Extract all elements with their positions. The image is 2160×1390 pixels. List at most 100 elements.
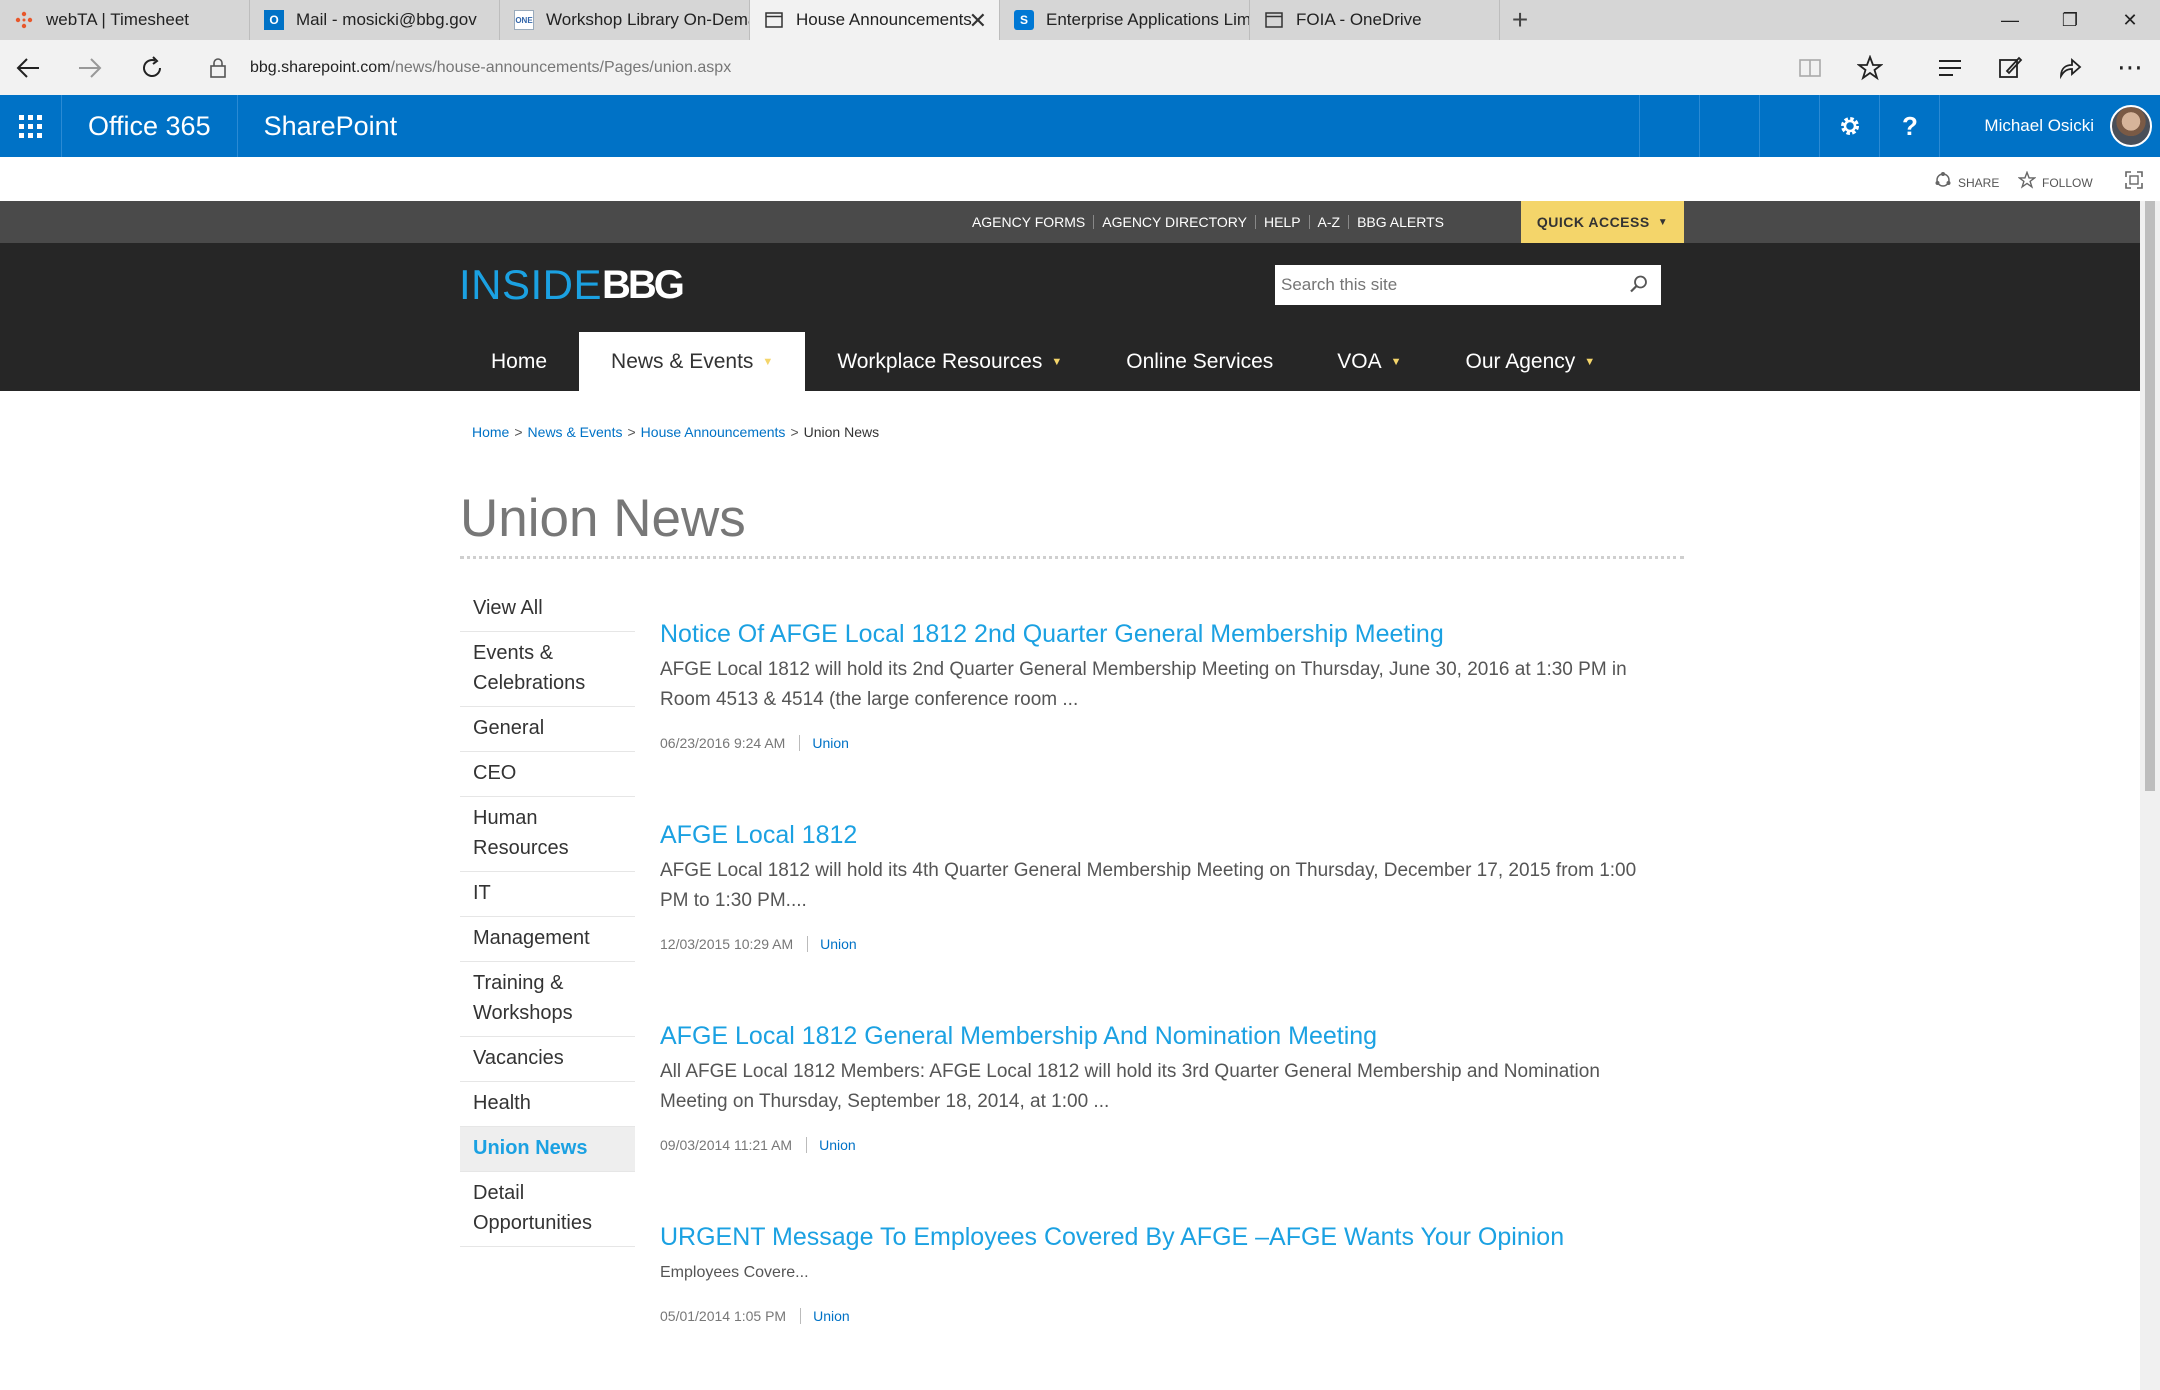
forward-arrow-icon[interactable] [64,43,116,93]
browser-tab[interactable]: webTA | Timesheet [0,0,250,40]
gear-icon[interactable] [1819,95,1879,157]
window-controls: — ❐ ✕ [1980,0,2160,40]
article-summary: AFGE Local 1812 will hold its 2nd Quarte… [660,659,1627,710]
new-tab-button[interactable]: + [1500,0,1540,40]
nav-news-events[interactable]: News & Events ▼ [579,332,806,391]
article-date: 05/01/2014 1:05 PM [660,1308,787,1324]
tab-title: webTA | Timesheet [46,10,189,29]
browser-tab[interactable]: O Mail - mosicki@bbg.gov [250,0,500,40]
browser-tab[interactable]: ONE Workshop Library On-Dema [500,0,750,40]
nav-label: VOA [1337,349,1382,373]
list-item: AFGE Local 1812 General Membership And N… [660,1019,1680,1220]
breadcrumb-separator: > [627,424,636,440]
breadcrumb-link-house-announcements[interactable]: House Announcements [641,424,786,440]
article-summary: Employees Covere... [660,1264,809,1281]
category-union-news[interactable]: Union News [460,1127,635,1172]
nav-workplace-resources[interactable]: Workplace Resources ▼ [805,332,1094,391]
nav-our-agency[interactable]: Our Agency ▼ [1434,332,1628,391]
bbg-alerts-link[interactable]: BBG ALERTS [1349,215,1452,229]
article-title-link[interactable]: URGENT Message To Employees Covered By A… [660,1220,1680,1254]
sharepoint-action-bar: SHARE FOLLOW [0,157,2160,201]
focus-content-icon[interactable] [2124,170,2144,190]
outlook-icon: O [264,10,284,30]
category-ceo[interactable]: CEO [460,752,635,797]
category-human-resources[interactable]: Human Resources [460,797,635,872]
close-icon[interactable]: ✕ [969,8,987,34]
category-training-workshops[interactable]: Training & Workshops [460,962,635,1037]
category-health[interactable]: Health [460,1082,635,1127]
close-window-icon[interactable]: ✕ [2100,0,2160,40]
url-field[interactable]: bbg.sharepoint.com/news/house-announceme… [250,59,731,77]
favorite-star-icon[interactable] [1840,40,1900,95]
category-vacancies[interactable]: Vacancies [460,1037,635,1082]
category-it[interactable]: IT [460,872,635,917]
list-item: Notice Of AFGE Local 1812 2nd Quarter Ge… [660,617,1680,818]
help-link[interactable]: HELP [1256,215,1310,229]
article-category-link[interactable]: Union [799,735,849,751]
category-management[interactable]: Management [460,917,635,962]
more-icon[interactable]: ⋯ [2100,40,2160,95]
article-title-link[interactable]: Notice Of AFGE Local 1812 2nd Quarter Ge… [660,617,1680,651]
hub-icon[interactable] [1920,40,1980,95]
user-menu[interactable]: Michael Osicki [1939,95,2160,157]
category-events-celebrations[interactable]: Events & Celebrations [460,632,635,707]
category-view-all[interactable]: View All [460,587,635,632]
article-date: 09/03/2014 11:21 AM [660,1137,793,1153]
reading-view-icon[interactable] [1780,40,1840,95]
inside-bbg-logo[interactable]: INSIDE BBG [459,261,685,308]
share-button[interactable]: SHARE [1934,171,1999,194]
back-arrow-icon[interactable] [2,43,54,93]
caret-down-icon: ▼ [1051,355,1063,368]
category-detail-opportunities[interactable]: Detail Opportunities [460,1172,635,1247]
follow-button[interactable]: FOLLOW [2017,170,2093,194]
search-icon[interactable] [1629,274,1649,299]
nav-online-services[interactable]: Online Services [1094,332,1305,391]
url-domain: bbg.sharepoint.com [250,58,391,76]
help-icon[interactable]: ? [1879,95,1939,157]
nav-voa[interactable]: VOA ▼ [1305,332,1433,391]
suite-app-name[interactable]: SharePoint [238,111,398,142]
article-category-link[interactable]: Union [806,1137,856,1153]
webta-icon [14,10,34,30]
star-icon [2017,170,2037,194]
search-input[interactable] [1281,275,1621,295]
refresh-icon[interactable] [126,43,178,93]
title-divider [460,556,1684,559]
agency-forms-link[interactable]: AGENCY FORMS [964,215,1095,229]
nav-home[interactable]: Home [459,332,579,391]
web-note-icon[interactable] [1980,40,2040,95]
quick-access-button[interactable]: QUICK ACCESS ▼ [1521,201,1684,243]
url-path: /news/house-announcements/Pages/union.as… [390,58,732,76]
browser-tab[interactable]: FOIA - OneDrive [1250,0,1500,40]
article-date: 12/03/2015 10:29 AM [660,936,794,952]
lock-icon[interactable] [198,48,238,88]
breadcrumb-link-news-events[interactable]: News & Events [528,424,623,440]
tab-title: Enterprise Applications Limi [1046,10,1249,29]
breadcrumb-separator: > [790,424,799,440]
a-z-link[interactable]: A-Z [1310,215,1350,229]
article-title-link[interactable]: AFGE Local 1812 General Membership And N… [660,1019,1680,1053]
browser-tab-active[interactable]: House Announcements ✕ [750,0,1000,40]
share-icon[interactable] [2040,40,2100,95]
sharepoint-icon: S [1014,10,1034,30]
page-icon [764,10,784,30]
article-category-link[interactable]: Union [800,1308,850,1324]
agency-directory-link[interactable]: AGENCY DIRECTORY [1094,215,1256,229]
suite-brand[interactable]: Office 365 [62,95,238,157]
restore-icon[interactable]: ❐ [2040,0,2100,40]
follow-label: FOLLOW [2042,175,2093,190]
browser-tab[interactable]: S Enterprise Applications Limi [1000,0,1250,40]
category-general[interactable]: General [460,707,635,752]
caret-down-icon: ▼ [1657,216,1669,228]
article-date: 06/23/2016 9:24 AM [660,735,786,751]
minimize-icon[interactable]: — [1980,0,2040,40]
app-launcher-icon[interactable] [0,95,62,157]
scrollbar-thumb[interactable] [2145,201,2155,791]
breadcrumb: Home > News & Events > House Announcements > U… [472,424,879,440]
caret-down-icon: ▼ [762,355,774,368]
article-summary: All AFGE Local 1812 Members: AFGE Local … [660,1061,1600,1112]
breadcrumb-link-home[interactable]: Home [472,424,509,440]
browser-tab-strip: webTA | Timesheet O Mail - mosicki@bbg.g… [0,0,2160,40]
article-title-link[interactable]: AFGE Local 1812 [660,818,1680,852]
article-category-link[interactable]: Union [807,936,857,952]
